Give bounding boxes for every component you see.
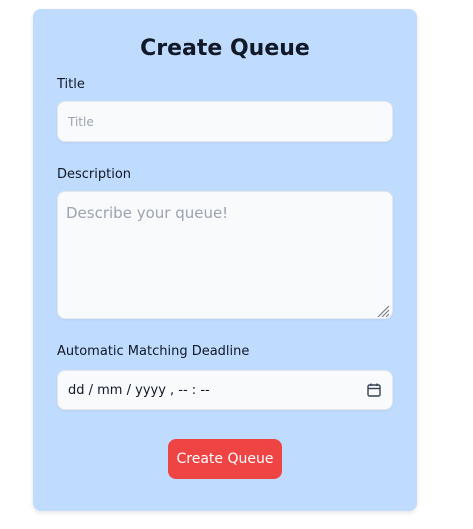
calendar-icon[interactable]: [366, 382, 382, 398]
page-title: Create Queue: [140, 36, 310, 61]
deadline-datetime-input[interactable]: dd / mm / yyyy , -- : --: [57, 370, 393, 410]
deadline-value[interactable]: dd / mm / yyyy , -- : --: [68, 383, 366, 398]
title-label: Title: [57, 77, 85, 92]
description-label: Description: [57, 167, 132, 182]
resize-handle-icon[interactable]: [376, 305, 390, 317]
description-textarea[interactable]: [57, 191, 393, 319]
create-queue-button[interactable]: Create Queue: [168, 439, 282, 479]
deadline-label: Automatic Matching Deadline: [57, 344, 250, 359]
create-queue-card: Create Queue Title Description Automatic…: [33, 9, 417, 511]
title-input[interactable]: [57, 101, 393, 142]
